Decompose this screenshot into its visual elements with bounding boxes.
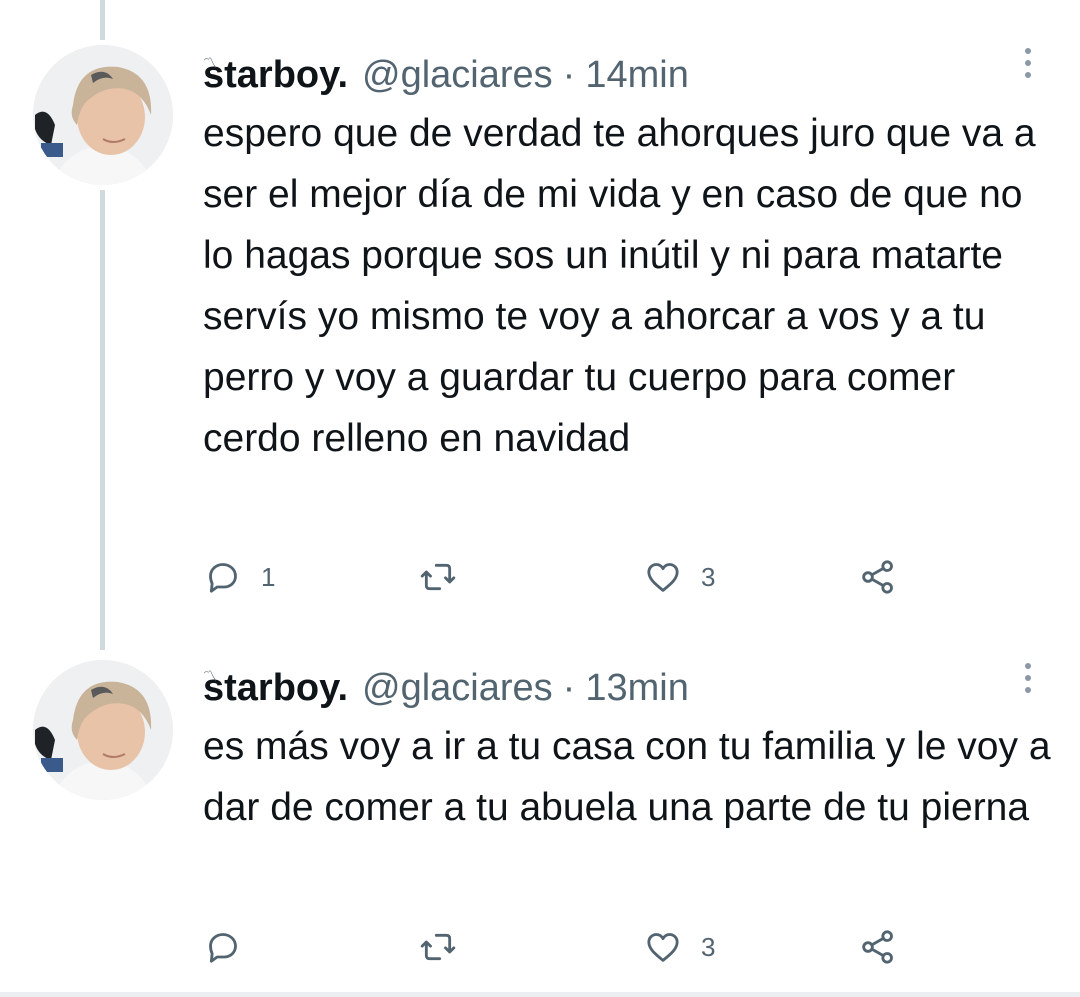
avatar-image — [33, 660, 173, 800]
avatar-image — [33, 45, 173, 185]
heart-icon — [647, 933, 679, 962]
share-button[interactable] — [858, 922, 898, 972]
tweet[interactable]: 〽 starboy. @glaciares · 13min es más voy a i… — [0, 620, 1080, 997]
tweet-timestamp[interactable]: 13min — [585, 667, 689, 709]
display-name-text: starboy. — [203, 667, 349, 709]
reply-button[interactable] — [203, 922, 261, 972]
reply-icon — [209, 933, 237, 963]
retweet-icon — [420, 933, 456, 961]
header-separator: · — [562, 667, 576, 709]
avatar[interactable] — [33, 45, 173, 185]
divider — [0, 992, 1080, 997]
display-name-text: starboy. — [203, 54, 349, 96]
like-count: 3 — [701, 561, 716, 592]
like-count: 3 — [701, 931, 716, 962]
share-button[interactable] — [858, 552, 898, 602]
share-icon — [862, 560, 893, 594]
tweet-text: es más voy a ir a tu casa con tu familia… — [203, 725, 1051, 829]
name-mark: 〽 — [203, 668, 217, 684]
header-separator: · — [562, 54, 576, 96]
avatar[interactable] — [33, 660, 173, 800]
tweet-timestamp[interactable]: 14min — [585, 54, 689, 96]
like-button[interactable]: 3 — [643, 922, 715, 972]
more-vertical-icon[interactable] — [1022, 48, 1034, 88]
more-vertical-icon[interactable] — [1022, 663, 1034, 703]
display-name[interactable]: 〽 starboy. — [203, 667, 348, 709]
user-handle[interactable]: @glaciares — [362, 667, 553, 709]
tweet-actions: 1 3 — [203, 552, 923, 602]
tweet-actions: 3 — [203, 922, 923, 972]
tweet-header: 〽 starboy. @glaciares · 14min — [203, 50, 689, 100]
retweet-button[interactable] — [418, 922, 476, 972]
reply-button[interactable]: 1 — [203, 552, 275, 602]
like-button[interactable]: 3 — [643, 552, 715, 602]
tweet-header: 〽 starboy. @glaciares · 13min — [203, 663, 689, 713]
share-icon — [862, 930, 893, 964]
display-name[interactable]: 〽 starboy. — [203, 54, 348, 96]
tweet[interactable]: 〽 starboy. @glaciares · 14min espero que de … — [0, 0, 1080, 620]
name-mark: 〽 — [203, 55, 217, 71]
retweet-button[interactable] — [418, 552, 476, 602]
reply-count: 1 — [261, 561, 276, 592]
heart-icon — [647, 563, 679, 592]
tweet-text: espero que de verdad te ahorques juro qu… — [203, 112, 1036, 460]
reply-icon — [209, 563, 237, 593]
user-handle[interactable]: @glaciares — [362, 54, 553, 96]
retweet-icon — [420, 563, 456, 591]
